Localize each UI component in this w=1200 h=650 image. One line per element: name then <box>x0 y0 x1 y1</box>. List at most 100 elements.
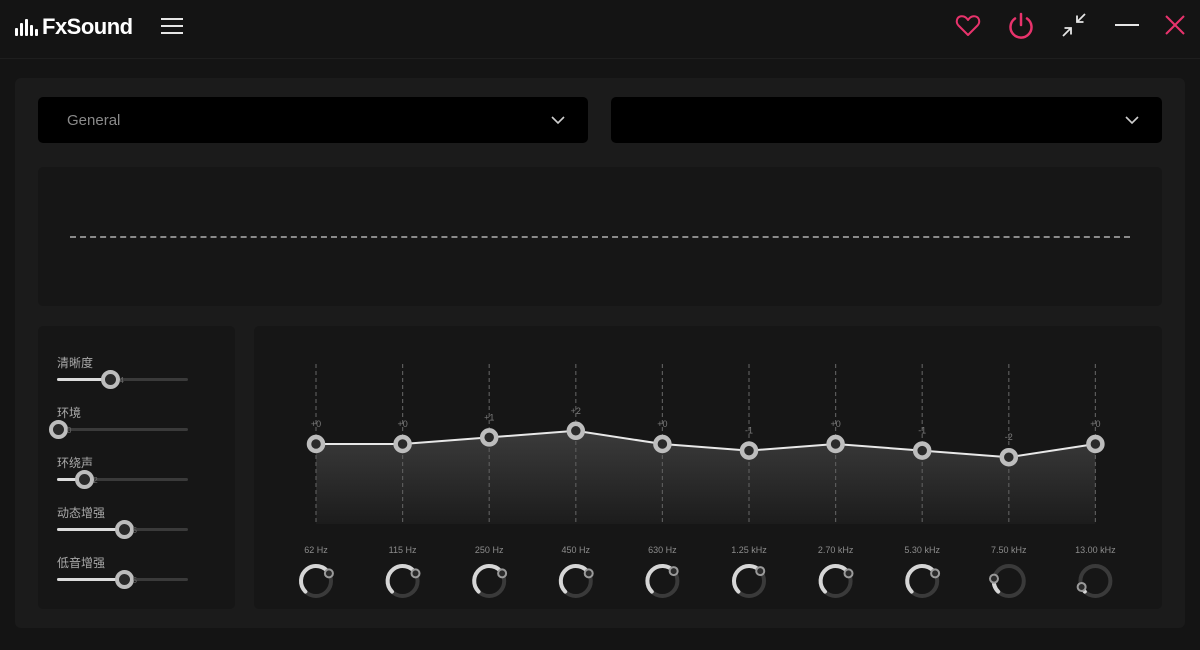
effect-slider[interactable]: 0 <box>49 420 188 439</box>
eq-band-handle[interactable] <box>393 434 412 454</box>
eq-band-dial-value <box>818 564 851 594</box>
effect-surround: 环绕声 2 <box>57 454 197 494</box>
eq-band-gain: -1 <box>918 426 926 436</box>
app-name: FxSound <box>42 14 133 39</box>
visualizer-baseline <box>70 236 1130 238</box>
chevron-down-icon <box>1125 116 1139 125</box>
eq-band-handle[interactable] <box>306 434 326 454</box>
collapse-button[interactable] <box>1059 10 1089 40</box>
slider-knob[interactable] <box>101 370 121 389</box>
eq-band-dial-value <box>905 564 938 594</box>
effect-bass-boost: 低音增强 5 <box>57 554 197 594</box>
slider-fill <box>57 528 123 531</box>
eq-band-handle[interactable] <box>739 441 759 460</box>
eq-band-handle[interactable] <box>479 428 499 447</box>
effect-label: 环境 <box>57 406 82 420</box>
eq-band-dial-knob[interactable] <box>930 568 941 579</box>
title-bar: FxSound <box>0 0 1200 59</box>
favorite-button[interactable] <box>953 10 983 40</box>
eq-band-gain: -1 <box>745 426 753 436</box>
eq-band-handle[interactable] <box>1086 434 1105 454</box>
eq-band-dial-knob[interactable] <box>988 573 999 584</box>
effect-dynamic-boost: 动态增强 5 <box>57 504 197 544</box>
eq-band-handle[interactable] <box>999 447 1019 467</box>
eq-band-dial-knob[interactable] <box>755 566 766 577</box>
close-button[interactable] <box>1160 10 1190 40</box>
slider-value: 4 <box>119 376 124 385</box>
eq-band-handle[interactable] <box>826 434 845 454</box>
eq-band-frequency: 13.00 kHz <box>1075 545 1116 555</box>
eq-band-dial-knob[interactable] <box>843 568 854 579</box>
effect-label: 清晰度 <box>57 356 94 370</box>
eq-band-gain: -2 <box>1005 432 1013 442</box>
slider-value: 0 <box>67 426 72 435</box>
eq-band-gain: +0 <box>311 419 321 429</box>
heart-icon <box>955 15 981 36</box>
effect-label: 动态增强 <box>57 506 106 520</box>
eq-band-frequency: 450 Hz <box>561 545 591 555</box>
power-button[interactable] <box>1005 10 1035 40</box>
eq-band-dial-knob[interactable] <box>583 568 594 579</box>
slider-knob[interactable] <box>49 420 68 439</box>
effect-slider[interactable]: 2 <box>57 470 188 489</box>
slider-value: 5 <box>132 576 137 585</box>
eq-band-gain: +0 <box>1090 419 1100 429</box>
eq-band-dial-knob[interactable] <box>410 568 421 579</box>
power-icon <box>1009 12 1033 39</box>
menu-button[interactable] <box>160 15 184 37</box>
eq-band-frequency: 250 Hz <box>474 545 504 555</box>
eq-band-dial-knob[interactable] <box>668 566 679 577</box>
eq-band-handle[interactable] <box>566 421 586 441</box>
effect-slider[interactable]: 5 <box>57 570 188 589</box>
slider-value: 5 <box>132 526 137 535</box>
eq-band-dial-knob[interactable] <box>497 568 508 579</box>
eq-band-frequency: 115 Hz <box>388 545 417 555</box>
eq-curve-area <box>316 430 1096 524</box>
eq-band-handle[interactable] <box>653 434 672 454</box>
eq-band-frequency: 2.70 kHz <box>817 545 854 555</box>
effects-panel: 清晰度 4 环境 0 环绕声 2 动态增强 5 低音增强 5 <box>38 326 235 609</box>
effect-ambience: 环境 0 <box>49 404 197 444</box>
eq-band-dial-value <box>558 564 591 594</box>
preset-dropdown[interactable]: General <box>38 97 588 143</box>
eq-band-dial-value <box>472 564 505 594</box>
menu-icon <box>161 18 183 34</box>
collapse-icon <box>1062 13 1086 37</box>
eq-band-frequency: 630 Hz <box>648 545 677 555</box>
eq-band-frequency: 7.50 kHz <box>991 545 1027 555</box>
effect-slider[interactable]: 4 <box>57 370 188 389</box>
eq-band-gain: +0 <box>397 419 407 429</box>
eq-band-gain: +2 <box>571 406 581 416</box>
eq-band-dial-knob[interactable] <box>323 568 334 579</box>
effect-slider[interactable]: 5 <box>57 520 188 539</box>
eq-band-frequency: 5.30 kHz <box>904 545 940 555</box>
eq-band-dial-knob[interactable] <box>1076 581 1087 592</box>
slider-knob[interactable] <box>75 470 95 489</box>
effect-label: 低音增强 <box>57 556 106 570</box>
slider-value: 2 <box>93 476 98 485</box>
slider-knob[interactable] <box>114 570 134 589</box>
equalizer-graph: +0 +0 +1 +2 +0 -1 +0 -1 -2 +0 <box>299 364 1113 598</box>
preset-dropdown-value: General <box>67 112 121 129</box>
eq-band-frequency: 62 Hz <box>304 545 328 555</box>
output-device-dropdown[interactable] <box>611 97 1162 143</box>
eq-band-gain: +0 <box>830 419 840 429</box>
slider-knob[interactable] <box>114 520 134 539</box>
equalizer-panel: +0 +0 +1 +2 +0 -1 +0 -1 -2 +0 62 Hz 115 Hz 250 Hz 45… <box>254 326 1162 609</box>
minimize-button[interactable] <box>1112 10 1142 40</box>
fxsound-logo: FxSound <box>15 14 133 40</box>
effect-label: 环绕声 <box>57 456 94 470</box>
eq-band-dial-value <box>385 564 418 594</box>
effect-clarity: 清晰度 4 <box>57 354 197 394</box>
spectrum-visualizer <box>38 167 1162 306</box>
eq-band-gain: +0 <box>657 419 667 429</box>
slider-fill <box>57 578 123 581</box>
eq-band-dial-value <box>299 564 331 594</box>
minimize-icon <box>1115 24 1139 26</box>
chevron-down-icon <box>551 116 565 125</box>
eq-band-frequency: 1.25 kHz <box>731 545 767 555</box>
close-icon <box>1165 15 1185 35</box>
eq-band-handle[interactable] <box>912 441 932 460</box>
equalizer-bars-icon <box>15 18 38 36</box>
eq-band-gain: +1 <box>484 412 494 422</box>
